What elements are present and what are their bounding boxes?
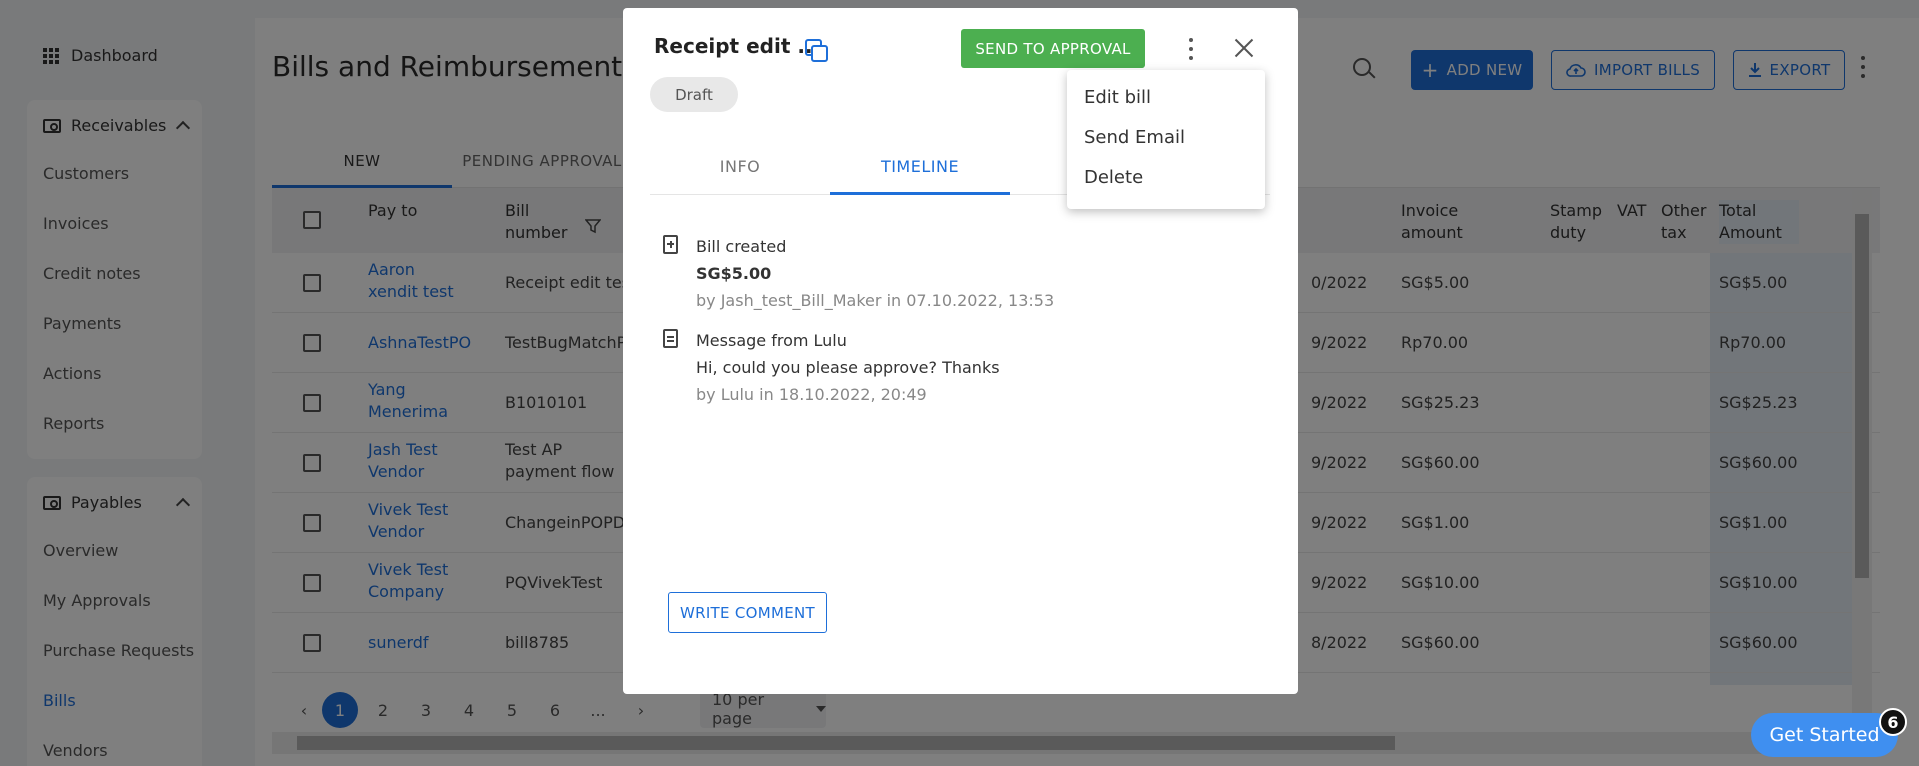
tab-info[interactable]: INFO [650, 145, 830, 195]
document-icon [663, 329, 678, 348]
status-badge: Draft [650, 77, 738, 112]
modal-title: Receipt edit ... [654, 34, 821, 58]
timeline-title: Bill created [696, 237, 787, 256]
menu-item-edit-bill[interactable]: Edit bill [1084, 87, 1151, 108]
timeline-text: Message from Lulu Hi, could you please a… [696, 327, 1176, 408]
file-plus-icon [663, 235, 678, 254]
timeline-meta: by Jash_test_Bill_Maker in 07.10.2022, 1… [696, 291, 1055, 310]
timeline-meta: by Lulu in 18.10.2022, 20:49 [696, 385, 927, 404]
notification-badge: 6 [1879, 708, 1907, 736]
tab-timeline[interactable]: TIMELINE [830, 145, 1010, 195]
timeline-message: Hi, could you please approve? Thanks [696, 358, 1000, 377]
more-options-icon[interactable] [1188, 38, 1194, 60]
get-started-button[interactable]: Get Started [1751, 713, 1898, 757]
bill-actions-menu: Edit bill Send Email Delete [1067, 70, 1265, 209]
timeline-title: Message from Lulu [696, 331, 847, 350]
timeline-amount: SG$5.00 [696, 264, 772, 283]
send-to-approval-button[interactable]: SEND TO APPROVAL [961, 29, 1145, 68]
write-comment-button[interactable]: WRITE COMMENT [668, 592, 827, 633]
close-icon[interactable] [1234, 38, 1254, 58]
menu-item-delete[interactable]: Delete [1084, 167, 1143, 188]
menu-item-send-email[interactable]: Send Email [1084, 127, 1185, 148]
copy-icon[interactable] [804, 38, 830, 64]
timeline-text: Bill created SG$5.00 by Jash_test_Bill_M… [696, 233, 1176, 314]
